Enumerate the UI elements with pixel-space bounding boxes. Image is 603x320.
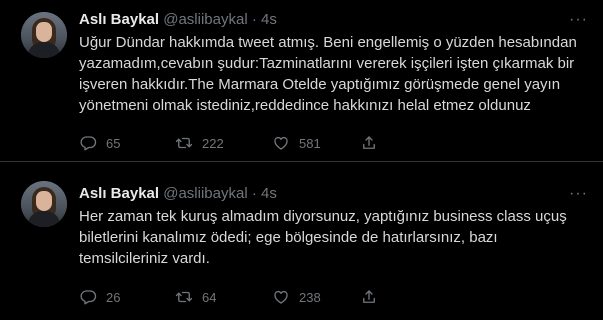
author-name[interactable]: Aslı Baykal — [79, 185, 159, 202]
reply-count: 26 — [106, 289, 121, 305]
author-handle[interactable]: @asliibaykal — [163, 11, 247, 28]
more-icon[interactable]: ··· — [569, 11, 587, 29]
author-name[interactable]: Aslı Baykal — [79, 11, 159, 28]
reply-button[interactable]: 26 — [79, 287, 120, 307]
share-icon — [363, 290, 375, 303]
reply-icon — [80, 290, 97, 305]
separator-dot: · — [251, 185, 257, 202]
retweet-icon — [175, 291, 193, 303]
share-button[interactable] — [360, 287, 387, 307]
reply-icon — [80, 136, 97, 151]
reply-count: 65 — [106, 135, 121, 151]
tweet[interactable]: Aslı Baykal @asliibaykal · 4s ··· Uğur D… — [0, 0, 603, 162]
tweet-text: Uğur Dündar hakkımda tweet atmış. Beni e… — [79, 34, 577, 114]
heart-icon — [274, 136, 288, 150]
like-count: 238 — [299, 289, 321, 305]
more-icon[interactable]: ··· — [569, 185, 587, 203]
author-handle[interactable]: @asliibaykal — [163, 185, 247, 202]
retweet-button[interactable]: 222 — [175, 133, 224, 153]
separator-dot: · — [251, 11, 257, 28]
tweet-header: Aslı Baykal @asliibaykal · 4s — [79, 184, 277, 204]
share-icon — [363, 136, 375, 149]
heart-icon — [274, 290, 288, 304]
retweet-count: 64 — [202, 289, 217, 305]
avatar[interactable] — [21, 12, 67, 58]
like-button[interactable]: 238 — [272, 287, 321, 307]
timestamp[interactable]: 4s — [261, 185, 277, 202]
like-button[interactable]: 581 — [272, 133, 321, 153]
tweet-actions: 26 64 238 — [79, 287, 549, 307]
avatar[interactable] — [21, 181, 67, 227]
share-button[interactable] — [360, 133, 387, 153]
tweet-text: Her zaman tek kuruş almadım diyorsunuz, … — [79, 208, 567, 267]
retweet-button[interactable]: 64 — [175, 287, 216, 307]
retweet-count: 222 — [202, 135, 224, 151]
tweet-header: Aslı Baykal @asliibaykal · 4s — [79, 10, 277, 30]
reply-button[interactable]: 65 — [79, 133, 120, 153]
tweet[interactable]: Aslı Baykal @asliibaykal · 4s ··· Her za… — [0, 162, 603, 320]
tweet-actions: 65 222 581 — [79, 133, 549, 153]
retweet-icon — [175, 137, 193, 149]
like-count: 581 — [299, 135, 321, 151]
timestamp[interactable]: 4s — [261, 11, 277, 28]
